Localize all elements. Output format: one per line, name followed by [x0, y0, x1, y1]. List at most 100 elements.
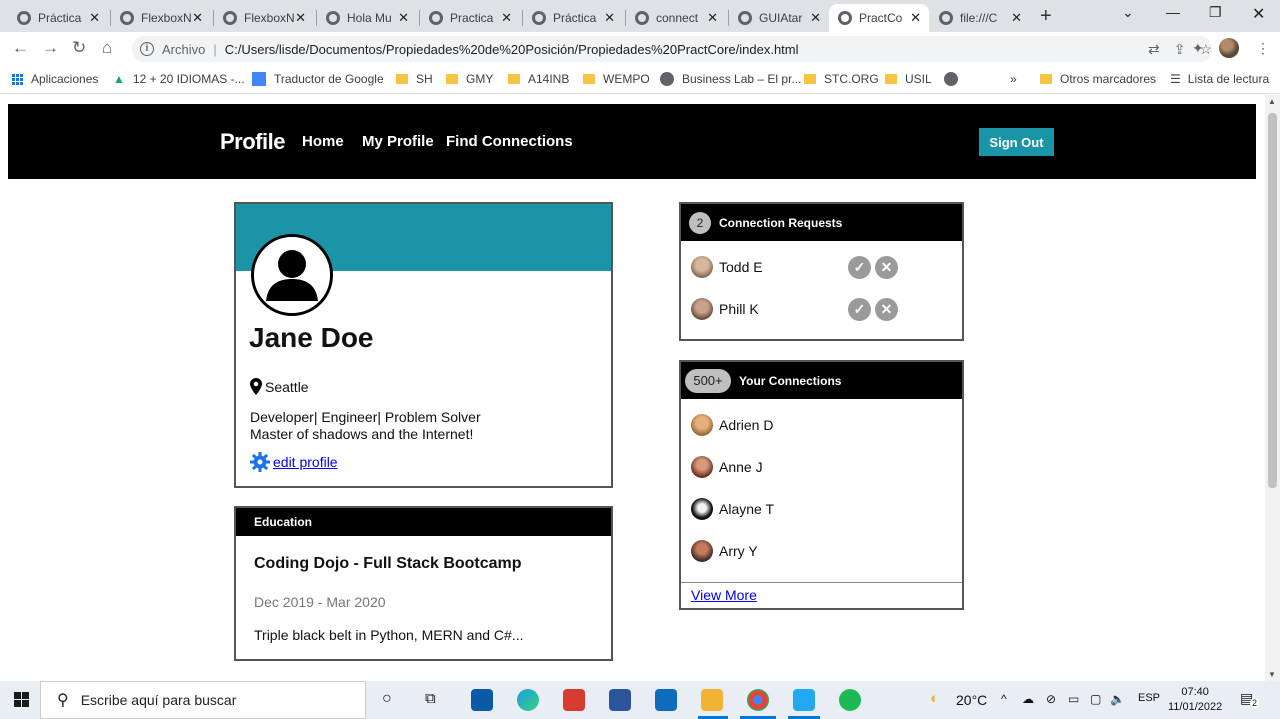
forward-icon[interactable]: → [42, 38, 59, 58]
taskbar-search[interactable]: ⚲ Escribe aquí para buscar [40, 681, 366, 719]
minimize-icon[interactable]: — [1166, 4, 1180, 20]
bookmark-folder[interactable]: STC.ORG [804, 72, 879, 86]
profile-bio: Developer| Engineer| Problem Solver Mast… [250, 409, 481, 442]
close-icon[interactable]: ✕ [501, 10, 512, 26]
bookmark-apps[interactable]: Aplicaciones [12, 72, 98, 86]
browser-tab[interactable]: FlexboxN ✕ [111, 4, 211, 32]
bookmark-item[interactable]: Traductor de Google [252, 72, 384, 86]
browser-tab[interactable]: connect ✕ [626, 4, 726, 32]
display-icon[interactable]: ▢ [1090, 692, 1101, 706]
info-icon[interactable]: i [140, 42, 154, 56]
bookmark-folder[interactable]: A14INB [508, 72, 569, 86]
language-indicator[interactable]: ESP [1138, 692, 1160, 704]
menu-icon[interactable]: ⋮ [1256, 40, 1270, 57]
bookmark-item[interactable] [944, 72, 966, 86]
browser-tab[interactable]: Hola Mu ✕ [317, 4, 417, 32]
browser-profile-avatar[interactable] [1219, 38, 1239, 58]
mail-icon[interactable] [655, 689, 677, 711]
tab-search-icon[interactable]: ⌄ [1122, 4, 1134, 21]
bookmark-folder[interactable]: GMY [446, 72, 493, 86]
onedrive-icon[interactable]: ☁ [1022, 692, 1034, 706]
vscode-icon[interactable] [793, 689, 815, 711]
browser-tab[interactable]: Practica ✕ [420, 4, 520, 32]
address-field[interactable]: i Archivo | C:/Users/lisde/Documentos/Pr… [132, 36, 1212, 62]
browser-tab[interactable]: Práctica ✕ [523, 4, 623, 32]
request-name[interactable]: Todd E [719, 259, 763, 275]
edit-profile-link[interactable]: edit profile [273, 454, 338, 470]
task-view-icon[interactable]: ⧉ [425, 690, 436, 707]
page-scrollbar[interactable]: ▲ ▼ [1265, 95, 1280, 681]
new-tab-icon[interactable]: + [1040, 5, 1052, 28]
bookmark-item[interactable]: Business Lab – El pr... [660, 72, 801, 86]
weather-icon[interactable]: ◐ [930, 690, 939, 707]
translate-icon[interactable]: ⇄ [1148, 41, 1160, 58]
weather-temp[interactable]: 20°C [956, 692, 987, 708]
reading-list[interactable]: ☰ Lista de lectura [1170, 72, 1269, 86]
folder-icon [508, 74, 520, 84]
sign-out-button[interactable]: Sign Out [979, 128, 1054, 156]
bookmark-folder[interactable]: SH [396, 72, 433, 86]
bookmark-folder[interactable]: USIL [885, 72, 932, 86]
battery-icon[interactable]: ▭ [1068, 692, 1079, 706]
other-bookmarks[interactable]: Otros marcadores [1040, 72, 1156, 86]
nav-my-profile[interactable]: My Profile [362, 133, 434, 150]
reload-icon[interactable]: ↻ [72, 38, 86, 58]
decline-x-icon[interactable]: ✕ [875, 297, 898, 321]
close-icon[interactable]: ✕ [192, 10, 203, 26]
browser-tab[interactable]: FlexboxN ✕ [214, 4, 314, 32]
brand-logo[interactable]: Profile [220, 129, 285, 155]
close-icon[interactable]: ✕ [810, 10, 821, 26]
nav-find-connections[interactable]: Find Connections [446, 133, 573, 150]
browser-tab[interactable]: Práctica ✕ [8, 4, 108, 32]
store-icon[interactable] [471, 689, 493, 711]
close-window-icon[interactable]: ✕ [1252, 4, 1265, 24]
chrome-icon[interactable] [747, 689, 769, 711]
network-off-icon[interactable]: ⊘ [1046, 692, 1056, 706]
view-more-link[interactable]: View More [691, 587, 757, 603]
scroll-up-icon[interactable]: ▲ [1268, 97, 1276, 106]
bookmark-folder[interactable]: WEMPO [583, 72, 650, 86]
bookmarks-overflow[interactable]: » [1010, 72, 1017, 86]
bookmark-item[interactable]: ▲ 12 + 20 IDIOMAS -... [113, 72, 245, 86]
word-icon[interactable] [609, 689, 631, 711]
volume-icon[interactable]: 🔈 [1110, 692, 1125, 706]
scroll-down-icon[interactable]: ▼ [1268, 670, 1276, 679]
connection-item[interactable]: Adrien D [691, 414, 773, 436]
share-icon[interactable]: ⇪ [1174, 41, 1186, 58]
restore-icon[interactable]: ❐ [1209, 4, 1222, 21]
browser-tab[interactable]: GUIAtar ✕ [729, 4, 829, 32]
browser-tab[interactable]: file:///C ✕ [930, 4, 1030, 32]
close-icon[interactable]: ✕ [89, 10, 100, 26]
gift-icon[interactable] [563, 689, 585, 711]
windows-start-icon[interactable] [14, 692, 29, 707]
close-icon[interactable]: ✕ [1011, 10, 1022, 26]
close-icon[interactable]: ✕ [910, 10, 921, 26]
accept-check-icon[interactable]: ✓ [848, 297, 871, 321]
file-explorer-icon[interactable] [701, 689, 723, 711]
system-clock[interactable]: 07:40 11/01/2022 [1168, 685, 1222, 715]
globe-icon [939, 11, 953, 25]
profile-avatar-icon [251, 234, 333, 316]
home-icon[interactable]: ⌂ [102, 38, 112, 58]
connection-item[interactable]: Arry Y [691, 540, 758, 562]
nav-home[interactable]: Home [302, 133, 344, 150]
close-icon[interactable]: ✕ [604, 10, 615, 26]
connection-item[interactable]: Alayne T [691, 498, 774, 520]
close-icon[interactable]: ✕ [398, 10, 409, 26]
cortana-icon[interactable]: ○ [382, 690, 392, 708]
accept-check-icon[interactable]: ✓ [848, 255, 871, 279]
scrollbar-thumb[interactable] [1268, 113, 1277, 488]
edge-icon[interactable] [517, 689, 539, 711]
close-icon[interactable]: ✕ [295, 10, 306, 26]
connections-count-badge: 500+ [685, 368, 731, 393]
tray-chevron-icon[interactable]: ^ [1001, 692, 1007, 706]
url-text[interactable]: C:/Users/lisde/Documentos/Propiedades%20… [225, 42, 799, 57]
close-icon[interactable]: ✕ [707, 10, 718, 26]
back-icon[interactable]: ← [12, 38, 29, 58]
extensions-icon[interactable]: ✦ [1192, 40, 1204, 57]
spotify-icon[interactable] [839, 689, 861, 711]
browser-tab-active[interactable]: PractCo ✕ [829, 4, 929, 32]
decline-x-icon[interactable]: ✕ [875, 255, 898, 279]
connection-item[interactable]: Anne J [691, 456, 763, 478]
request-name[interactable]: Phill K [719, 301, 759, 317]
